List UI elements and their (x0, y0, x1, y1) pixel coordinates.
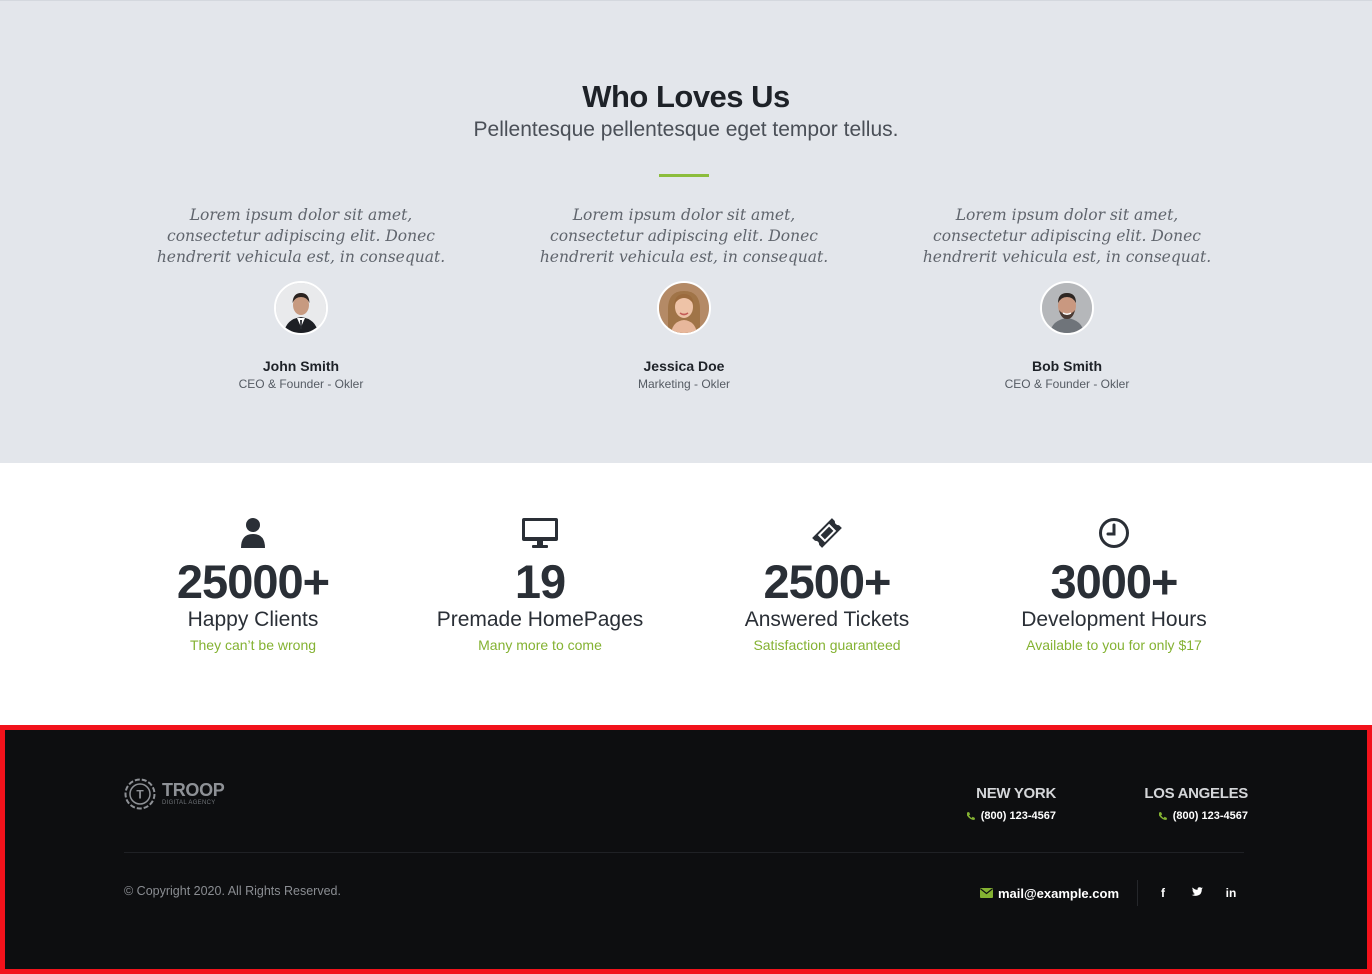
counter-item: 2500+ Answered Tickets Satisfaction guar… (687, 515, 967, 653)
counter-label: Premade HomePages (436, 608, 644, 631)
testimonial-name: Bob Smith (1032, 358, 1102, 374)
logo-name: TROOP (162, 780, 225, 800)
testimonial-quote: Lorem ipsum dolor sit amet, consectetur … (922, 206, 1212, 266)
counter-item: 3000+ Development Hours Available to you… (974, 515, 1254, 653)
section-subtitle: Pellentesque pellentesque eget tempor te… (473, 118, 899, 141)
counter-subtext: Satisfaction guaranteed (753, 637, 901, 653)
avatar (274, 281, 328, 335)
testimonials-section: Who Loves Us Pellentesque pellentesque e… (0, 0, 1372, 463)
office-phone[interactable]: (800) 123-4567 (1144, 810, 1248, 822)
testimonial-card: Lorem ipsum dolor sit amet, consectetur … (907, 205, 1227, 391)
counter-label: Answered Tickets (744, 608, 910, 631)
testimonial-role: CEO & Founder - Okler (238, 377, 364, 391)
social-links: f in (1146, 886, 1248, 900)
counter-number: 2500+ (763, 555, 891, 608)
logo-tagline: DIGITAL AGENCY (162, 800, 216, 806)
testimonial-name: John Smith (262, 358, 340, 374)
testimonial-name: Jessica Doe (643, 358, 725, 374)
twitter-icon[interactable] (1180, 886, 1214, 900)
counter-number: 3000+ (1050, 555, 1178, 608)
testimonial-role: CEO & Founder - Okler (1004, 377, 1130, 391)
ticket-icon (687, 515, 967, 551)
linkedin-icon[interactable]: in (1214, 886, 1248, 900)
svg-text:T: T (136, 788, 144, 802)
counter-subtext: They can’t be wrong (189, 637, 317, 653)
phone-icon (1158, 812, 1167, 820)
facebook-icon[interactable]: f (1146, 886, 1180, 900)
footer-divider (124, 852, 1244, 853)
testimonial-quote: Lorem ipsum dolor sit amet, consectetur … (156, 206, 446, 266)
user-icon (113, 515, 393, 551)
office-los-angeles: LOS ANGELES (800) 123-4567 (1144, 785, 1248, 822)
counter-label: Development Hours (1021, 608, 1207, 631)
envelope-icon (979, 888, 993, 898)
testimonial-quote: Lorem ipsum dolor sit amet, consectetur … (539, 206, 829, 266)
phone-icon (966, 812, 975, 820)
counter-item: 25000+ Happy Clients They can’t be wrong (113, 515, 393, 653)
counters-section: 25000+ Happy Clients They can’t be wrong… (0, 463, 1372, 725)
section-title: Who Loves Us (582, 79, 790, 114)
counter-number: 19 (514, 555, 566, 608)
desktop-icon (400, 515, 680, 551)
email-link[interactable]: mail@example.com (979, 880, 1138, 906)
copyright-text: © Copyright 2020. All Rights Reserved. (124, 884, 341, 898)
footer-logo[interactable]: T TROOP DIGITAL AGENCY (124, 778, 225, 810)
testimonial-card: Lorem ipsum dolor sit amet, consectetur … (524, 205, 844, 391)
office-city: LOS ANGELES (1144, 785, 1248, 802)
troop-logo-icon: T (124, 778, 156, 810)
footer: T TROOP DIGITAL AGENCY NEW YORK (800) 12… (0, 725, 1372, 974)
counter-subtext: Available to you for only $17 (1026, 637, 1202, 653)
section-divider (659, 174, 709, 177)
testimonial-role: Marketing - Okler (637, 377, 731, 391)
office-phone[interactable]: (800) 123-4567 (966, 810, 1056, 822)
avatar (1040, 281, 1094, 335)
avatar (657, 281, 711, 335)
counter-number: 25000+ (176, 555, 330, 608)
office-city: NEW YORK (976, 785, 1056, 802)
counter-item: 19 Premade HomePages Many more to come (400, 515, 680, 653)
counter-subtext: Many more to come (478, 637, 602, 653)
counter-label: Happy Clients (187, 608, 319, 631)
testimonial-card: Lorem ipsum dolor sit amet, consectetur … (141, 205, 461, 391)
clock-icon (974, 515, 1254, 551)
footer-contact-row: mail@example.com f in (979, 880, 1248, 906)
office-new-york: NEW YORK (800) 123-4567 (966, 785, 1056, 822)
